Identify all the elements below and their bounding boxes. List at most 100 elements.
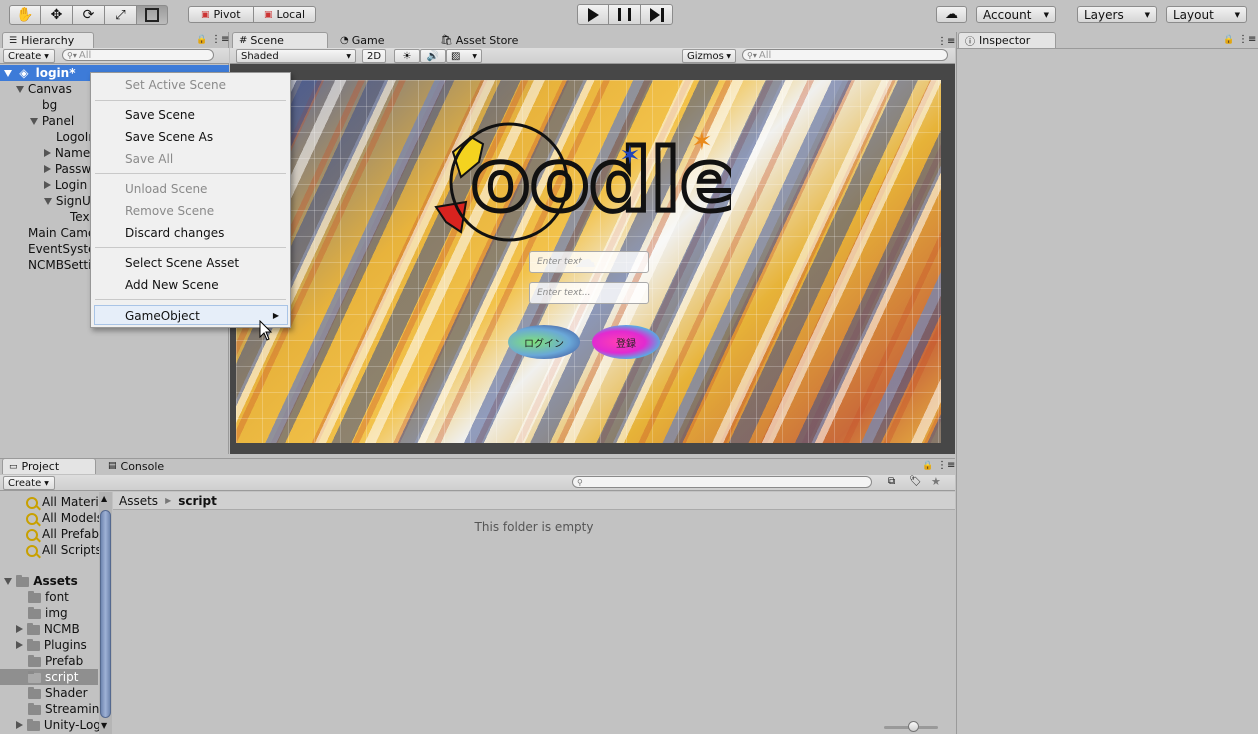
collapse-arrow-icon[interactable] xyxy=(16,721,23,729)
lighting-toggle[interactable]: ☀ xyxy=(394,49,420,63)
menu-item-save-scene[interactable]: Save Scene xyxy=(91,105,290,125)
hierarchy-create-button[interactable]: Create ▼ xyxy=(3,49,55,63)
icon-size-slider-thumb[interactable] xyxy=(908,721,919,732)
menu-item-save-all[interactable]: Save All xyxy=(91,149,290,169)
hierarchy-search-input[interactable]: ⚲▾ All xyxy=(62,49,214,61)
folder-streaming-assets[interactable]: Streamin xyxy=(28,701,99,717)
folder-plugins[interactable]: Plugins xyxy=(16,637,87,653)
expand-arrow-icon[interactable] xyxy=(4,70,12,77)
favorite-all-scripts[interactable]: All Scripts xyxy=(26,542,102,558)
folder-unity-logs[interactable]: Unity-Log xyxy=(16,717,101,733)
tab-inspector[interactable]: ⓘ Inspector xyxy=(958,32,1056,48)
effects-dropdown[interactable]: ▨ ▼ xyxy=(446,49,482,63)
tree-item-bg[interactable]: bg xyxy=(42,97,57,113)
panel-menu-icon[interactable]: ⋮≡ xyxy=(211,34,229,45)
layout-dropdown[interactable]: Layout ▼ xyxy=(1166,6,1247,23)
lock-icon[interactable]: 🔒 xyxy=(196,35,207,45)
menu-item-unload-scene[interactable]: Unload Scene xyxy=(91,179,290,199)
favorite-all-materials[interactable]: All Materi xyxy=(26,494,99,510)
password-input[interactable]: Enter text... xyxy=(529,282,649,304)
folder-ncmb[interactable]: NCMB xyxy=(16,621,80,637)
favorite-star-icon[interactable]: ★ xyxy=(931,475,941,488)
menu-item-add-new-scene[interactable]: Add New Scene xyxy=(91,275,290,295)
tree-item-name[interactable]: Name xyxy=(44,145,90,161)
gizmos-dropdown[interactable]: Gizmos ▼ xyxy=(682,49,736,63)
tree-item-panel[interactable]: Panel xyxy=(30,113,74,129)
menu-item-discard-changes[interactable]: Discard changes xyxy=(91,223,290,243)
folder-tree-scroll-thumb[interactable] xyxy=(100,510,111,718)
local-toggle[interactable]: ▣ Local xyxy=(253,6,316,23)
menu-item-select-scene-asset[interactable]: Select Scene Asset xyxy=(91,253,290,273)
scene-search-input[interactable]: ⚲▾ All xyxy=(742,49,948,61)
folder-shader[interactable]: Shader xyxy=(28,685,88,701)
pause-button[interactable] xyxy=(608,4,641,25)
favorite-all-prefabs[interactable]: All Prefab xyxy=(26,526,99,542)
collapse-arrow-icon[interactable] xyxy=(44,181,51,189)
account-dropdown[interactable]: Account ▼ xyxy=(976,6,1056,23)
scale-tool-button[interactable]: ⤢ xyxy=(104,5,137,25)
play-button[interactable] xyxy=(577,4,609,25)
collapse-arrow-icon[interactable] xyxy=(44,149,51,157)
shading-dropdown[interactable]: Shaded ▼ xyxy=(236,49,356,63)
console-icon: ▤ xyxy=(108,461,117,471)
rect-tool-button[interactable] xyxy=(136,5,168,25)
breadcrumb-assets[interactable]: Assets xyxy=(119,494,158,508)
lock-icon[interactable]: 🔒 xyxy=(922,461,933,471)
tab-scene[interactable]: # Scene xyxy=(232,32,328,48)
tree-item-text[interactable]: Tex xyxy=(70,209,90,225)
hand-tool-button[interactable]: ✋ xyxy=(9,5,41,25)
filter-type-icon[interactable]: ⧉ xyxy=(888,476,895,487)
menu-item-save-scene-as[interactable]: Save Scene As xyxy=(91,127,290,147)
login-button[interactable]: ログイン xyxy=(508,325,580,359)
menu-item-remove-scene[interactable]: Remove Scene xyxy=(91,201,290,221)
project-create-button[interactable]: Create ▼ xyxy=(3,476,55,490)
menu-item-set-active-scene[interactable]: Set Active Scene xyxy=(91,75,290,95)
project-search-input[interactable]: ⚲ xyxy=(572,476,872,488)
collapse-arrow-icon[interactable] xyxy=(44,165,51,173)
scroll-down-arrow-icon[interactable]: ▼ xyxy=(101,721,107,730)
panel-menu-icon[interactable]: ⋮≡ xyxy=(937,36,955,47)
folder-img[interactable]: img xyxy=(28,605,68,621)
folder-prefab[interactable]: Prefab xyxy=(28,653,83,669)
tree-item-main-camera[interactable]: Main Came xyxy=(28,225,95,241)
folder-script[interactable]: script xyxy=(28,669,78,685)
pivot-toggle[interactable]: ▣ Pivot xyxy=(188,6,254,23)
tree-item-eventsystem[interactable]: EventSyste xyxy=(28,241,95,257)
breadcrumb-script[interactable]: script xyxy=(178,494,217,508)
scroll-up-arrow-icon[interactable]: ▲ xyxy=(101,494,107,503)
signup-button[interactable]: 登録 xyxy=(592,325,660,359)
doodle-logo: oodle ✶ ✶ xyxy=(434,122,731,242)
filter-label-icon[interactable]: 🏷 xyxy=(909,476,922,487)
expand-arrow-icon[interactable] xyxy=(30,118,38,125)
folder-font[interactable]: font xyxy=(28,589,69,605)
favorite-all-models[interactable]: All Models xyxy=(26,510,103,526)
tree-item-password[interactable]: Passw xyxy=(44,161,91,177)
lock-icon[interactable]: 🔒 xyxy=(1223,35,1234,45)
collapse-arrow-icon[interactable] xyxy=(16,625,23,633)
tree-item-canvas[interactable]: Canvas xyxy=(16,81,72,97)
move-tool-button[interactable]: ✥ xyxy=(40,5,73,25)
tab-hierarchy[interactable]: ☰ Hierarchy xyxy=(2,32,94,48)
rotate-tool-button[interactable]: ⟳ xyxy=(72,5,105,25)
expand-arrow-icon[interactable] xyxy=(44,198,52,205)
2d-toggle[interactable]: 2D xyxy=(362,49,386,63)
layers-dropdown[interactable]: Layers ▼ xyxy=(1077,6,1157,23)
tree-item-ncmbsettings[interactable]: NCMBSettin xyxy=(28,257,99,273)
tab-console[interactable]: ▤ Console xyxy=(102,458,196,474)
tab-game[interactable]: ◔ Game xyxy=(334,32,430,48)
step-button[interactable] xyxy=(640,4,673,25)
panel-menu-icon[interactable]: ⋮≡ xyxy=(1238,34,1256,45)
tree-item-login[interactable]: Login xyxy=(44,177,87,193)
scene-row[interactable]: ◈ login* xyxy=(4,65,76,81)
audio-toggle[interactable]: 🔊 xyxy=(420,49,446,63)
expand-arrow-icon[interactable] xyxy=(4,578,12,585)
expand-arrow-icon[interactable] xyxy=(16,86,24,93)
panel-menu-icon[interactable]: ⋮≡ xyxy=(937,460,955,471)
cloud-button[interactable]: ☁ xyxy=(936,6,967,23)
tab-project[interactable]: ▭ Project xyxy=(2,458,96,474)
assets-root[interactable]: Assets xyxy=(4,573,78,589)
tab-asset-store[interactable]: 🛍 Asset Store xyxy=(434,32,544,48)
scene-canvas[interactable]: oodle ✶ ✶ Enter text... ☁ Enter text... … xyxy=(236,80,941,443)
tree-item-signup[interactable]: SignU xyxy=(44,193,91,209)
collapse-arrow-icon[interactable] xyxy=(16,641,23,649)
